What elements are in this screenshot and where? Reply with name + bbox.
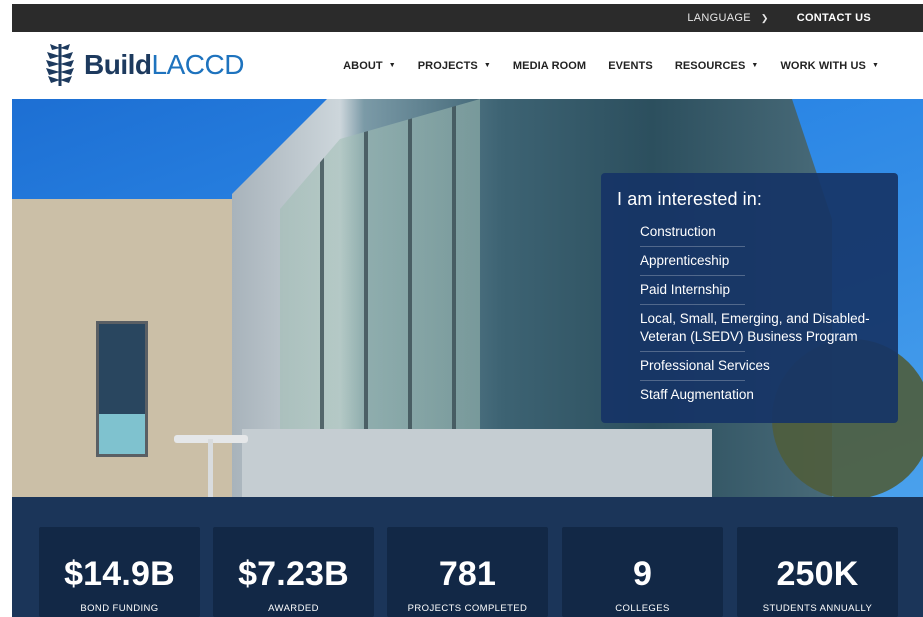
stat-label: COLLEGES xyxy=(615,603,670,614)
stat-value: $7.23B xyxy=(238,555,349,593)
caret-down-icon: ▼ xyxy=(388,62,396,69)
language-label: LANGUAGE xyxy=(687,12,751,24)
site-header: BuildLACCD ABOUT ▼ PROJECTS ▼ MEDIA ROOM E… xyxy=(12,32,923,99)
stat-label: PROJECTS COMPLETED xyxy=(407,603,528,614)
interest-link-apprenticeship[interactable]: Apprenticeship xyxy=(640,247,745,276)
hero-lamp-pole xyxy=(208,439,213,497)
interest-panel: I am interested in: Construction Apprent… xyxy=(601,173,898,423)
stat-value: 9 xyxy=(632,555,653,593)
interest-link-staff-augmentation[interactable]: Staff Augmentation xyxy=(640,381,754,409)
logo-wordmark: BuildLACCD xyxy=(84,49,244,80)
stat-label: AWARDED xyxy=(268,603,319,614)
site-logo[interactable]: BuildLACCD xyxy=(44,42,244,88)
main-nav: ABOUT ▼ PROJECTS ▼ MEDIA ROOM EVENTS RESOU… xyxy=(343,32,879,99)
nav-work-with-us[interactable]: WORK WITH US ▼ xyxy=(780,60,879,72)
stat-value: 250K xyxy=(776,555,859,593)
nav-projects[interactable]: PROJECTS ▼ xyxy=(418,60,491,72)
contact-us-link[interactable]: CONTACT US xyxy=(797,12,871,24)
nav-media-room[interactable]: MEDIA ROOM xyxy=(513,60,586,72)
hero-window xyxy=(96,321,148,457)
nav-events[interactable]: EVENTS xyxy=(608,60,653,72)
utility-bar: LANGUAGE ❯ CONTACT US xyxy=(12,4,923,32)
stat-card-students-annually: 250K STUDENTS ANNUALLY xyxy=(737,527,898,617)
interest-list: Construction Apprenticeship Paid Interns… xyxy=(640,218,921,409)
stat-card-colleges: 9 COLLEGES xyxy=(562,527,723,617)
stats-band: $14.9B BOND FUNDING $7.23B AWARDED 781 P… xyxy=(12,497,923,617)
stat-value: $14.9B xyxy=(64,555,175,593)
stat-card-projects-completed: 781 PROJECTS COMPLETED xyxy=(387,527,548,617)
interest-link-professional-services[interactable]: Professional Services xyxy=(640,352,770,381)
caret-down-icon: ▼ xyxy=(871,62,879,69)
stat-label: STUDENTS ANNUALLY xyxy=(762,603,873,614)
stat-card-bond-funding: $14.9B BOND FUNDING xyxy=(39,527,200,617)
caret-down-icon: ▼ xyxy=(751,62,759,69)
panel-title: I am interested in: xyxy=(617,189,762,209)
chevron-down-icon: ❯ xyxy=(760,12,769,23)
stat-value: 781 xyxy=(438,555,497,593)
nav-about[interactable]: ABOUT ▼ xyxy=(343,60,396,72)
stat-label: BOND FUNDING xyxy=(80,603,159,614)
language-selector[interactable]: LANGUAGE ❯ xyxy=(687,12,768,24)
wheat-sheaf-icon xyxy=(46,44,74,86)
interest-link-construction[interactable]: Construction xyxy=(640,218,745,247)
caret-down-icon: ▼ xyxy=(483,62,491,69)
nav-resources[interactable]: RESOURCES ▼ xyxy=(675,60,759,72)
hero-building-base xyxy=(242,429,712,497)
interest-link-paid-internship[interactable]: Paid Internship xyxy=(640,276,745,305)
stat-card-awarded: $7.23B AWARDED xyxy=(213,527,374,617)
interest-link-lsedv[interactable]: Local, Small, Emerging, and Disabled-Vet… xyxy=(640,305,870,352)
